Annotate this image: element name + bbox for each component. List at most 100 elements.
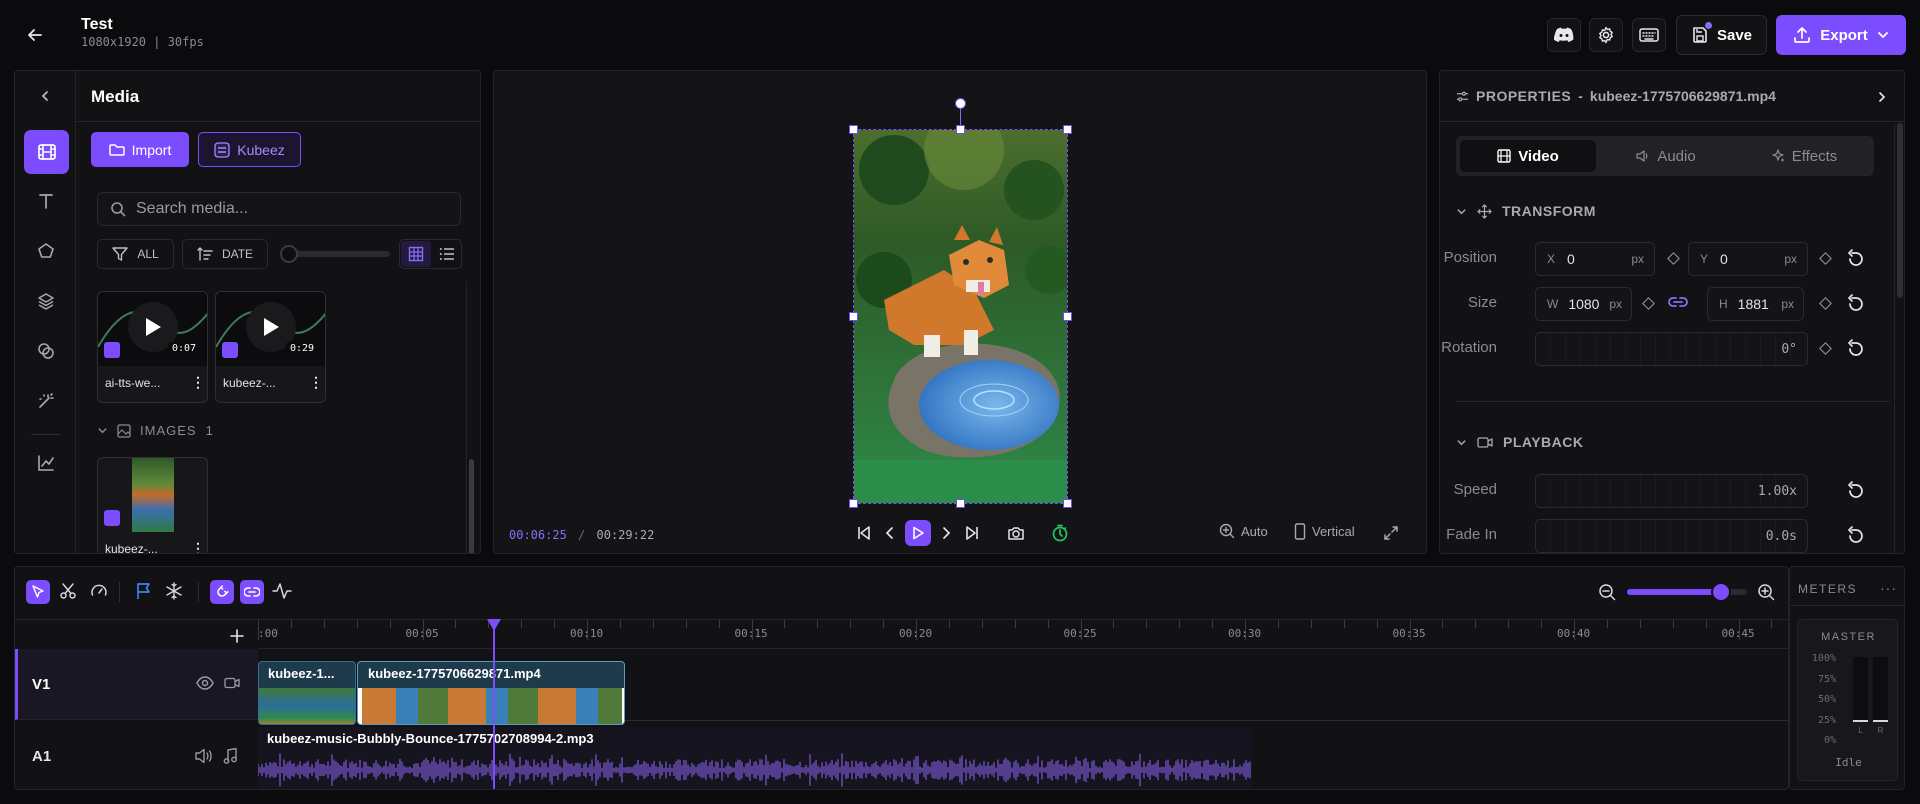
next-frame-chevron-icon[interactable] (936, 523, 956, 543)
images-section-header[interactable]: IMAGES 1 (97, 423, 213, 438)
rotation-handle[interactable] (955, 98, 966, 109)
keyframe-diamond-icon[interactable] (1667, 252, 1680, 265)
tab-audio[interactable]: Audio (1598, 140, 1734, 172)
waveform-pulse-icon[interactable] (272, 582, 292, 600)
clip-trim-handle-right[interactable] (622, 688, 624, 724)
properties-scrollbar[interactable] (1894, 123, 1904, 553)
music-note-icon[interactable] (223, 748, 237, 764)
track-header-a1[interactable]: A1 (15, 721, 258, 789)
keyframe-diamond-icon[interactable] (1819, 342, 1832, 355)
reset-icon[interactable] (1846, 339, 1866, 359)
video-frame[interactable] (853, 129, 1068, 504)
magic-wand-icon[interactable] (29, 384, 63, 418)
thumbnail-size-slider[interactable] (280, 245, 390, 263)
eye-visibility-icon[interactable] (196, 676, 214, 690)
snapshot-camera-icon[interactable] (1005, 523, 1027, 543)
rotation-scrub-field[interactable]: 0° (1535, 332, 1808, 366)
tab-effects[interactable]: Effects (1736, 140, 1872, 172)
reset-icon[interactable] (1846, 249, 1866, 269)
collapse-panel-chevron-icon[interactable] (28, 79, 62, 113)
grid-view-button[interactable] (401, 241, 431, 267)
resize-handle-ml[interactable] (849, 312, 858, 321)
transitions-circles-icon[interactable] (29, 334, 63, 368)
media-card[interactable]: 0:29 kubeez-... ⋮ (215, 291, 326, 403)
list-view-button[interactable] (432, 241, 461, 267)
scrollbar-thumb[interactable] (469, 459, 474, 553)
rail-media-button[interactable] (24, 130, 69, 174)
clip-trim-handle-left[interactable] (358, 688, 362, 724)
magnet-snap-button[interactable] (210, 580, 234, 604)
position-x-field[interactable]: X 0 px (1535, 242, 1655, 276)
position-y-field[interactable]: Y 0 px (1688, 242, 1808, 276)
select-tool-button[interactable] (26, 580, 50, 604)
audio-clip[interactable]: kubeez-music-Bubbly-Bounce-1775702708994… (258, 727, 1252, 789)
more-vertical-icon[interactable]: ⋮ (191, 375, 205, 389)
track-header-v1[interactable]: V1 (15, 649, 258, 720)
export-button[interactable]: Export (1776, 15, 1906, 55)
keyframe-diamond-icon[interactable] (1819, 252, 1832, 265)
analytics-chart-icon[interactable] (29, 446, 63, 480)
resize-handle-br[interactable] (1063, 499, 1072, 508)
size-w-field[interactable]: W 1080 px (1535, 287, 1632, 321)
timer-icon[interactable] (1049, 522, 1071, 544)
reset-icon[interactable] (1846, 526, 1866, 546)
size-h-field[interactable]: H 1881 px (1707, 287, 1804, 321)
import-button[interactable]: Import (91, 132, 189, 167)
resize-handle-tr[interactable] (1063, 125, 1072, 134)
back-arrow-icon[interactable] (18, 18, 52, 52)
discord-icon[interactable] (1547, 18, 1581, 52)
keyframe-diamond-icon[interactable] (1642, 297, 1655, 310)
video-camera-icon[interactable] (224, 676, 240, 690)
previous-frame-chevron-icon[interactable] (880, 523, 900, 543)
scrollbar-thumb[interactable] (1897, 123, 1903, 298)
image-card[interactable]: kubeez-... ⋮ (97, 457, 208, 553)
reset-icon[interactable] (1846, 294, 1866, 314)
link-clips-button[interactable] (240, 580, 264, 604)
tab-video[interactable]: Video (1460, 140, 1596, 172)
resize-handle-tl[interactable] (849, 125, 858, 134)
fade-in-scrub-field[interactable]: 0.0s (1535, 519, 1808, 553)
playback-section-header[interactable]: PLAYBACK (1456, 434, 1584, 450)
filter-all-button[interactable]: ALL (97, 239, 174, 269)
scissors-icon[interactable] (59, 582, 77, 600)
zoom-auto-button[interactable]: Auto (1219, 523, 1268, 539)
more-vertical-icon[interactable]: ⋮ (309, 375, 323, 389)
fullscreen-expand-icon[interactable] (1381, 523, 1401, 543)
marker-flag-icon[interactable] (136, 582, 152, 600)
playhead[interactable] (487, 619, 501, 789)
keyframe-diamond-icon[interactable] (1819, 297, 1832, 310)
video-clip[interactable]: kubeez-1... (258, 661, 356, 725)
freeze-snowflake-icon[interactable] (165, 582, 183, 600)
meters-more-icon[interactable]: ··· (1880, 580, 1897, 596)
resize-handle-bm[interactable] (956, 499, 965, 508)
zoom-thumb[interactable] (1710, 582, 1731, 602)
keyboard-icon[interactable] (1632, 18, 1666, 52)
aspect-lock-link-icon[interactable] (1668, 293, 1688, 311)
media-card[interactable]: 0:07 ai-tts-we... ⋮ (97, 291, 208, 403)
resize-handle-bl[interactable] (849, 499, 858, 508)
layers-icon[interactable] (29, 284, 63, 318)
kubeez-button[interactable]: Kubeez (198, 132, 301, 167)
text-tool-icon[interactable] (29, 184, 63, 218)
sort-date-button[interactable]: DATE (182, 239, 268, 269)
settings-gear-icon[interactable] (1589, 18, 1623, 52)
search-media-input[interactable]: Search media... (97, 192, 461, 226)
media-scrollbar[interactable] (466, 281, 474, 553)
orientation-button[interactable]: Vertical (1294, 523, 1355, 540)
add-track-button[interactable] (226, 625, 248, 647)
reset-icon[interactable] (1846, 481, 1866, 501)
speaker-volume-icon[interactable] (195, 748, 213, 764)
transform-section-header[interactable]: TRANSFORM (1456, 203, 1596, 219)
play-button[interactable] (905, 520, 931, 546)
zoom-in-icon[interactable] (1757, 583, 1775, 601)
save-button[interactable]: Save (1676, 15, 1767, 55)
close-panel-chevron-icon[interactable] (1872, 87, 1892, 107)
timeline-zoom-slider[interactable] (1627, 582, 1747, 602)
slider-thumb[interactable] (280, 245, 298, 263)
speed-scrub-field[interactable]: 1.00x (1535, 474, 1808, 508)
more-vertical-icon[interactable]: ⋮ (191, 541, 205, 553)
speed-gauge-icon[interactable] (90, 582, 108, 600)
zoom-out-icon[interactable] (1598, 583, 1616, 601)
skip-to-start-icon[interactable] (854, 523, 874, 543)
skip-to-end-icon[interactable] (962, 523, 982, 543)
